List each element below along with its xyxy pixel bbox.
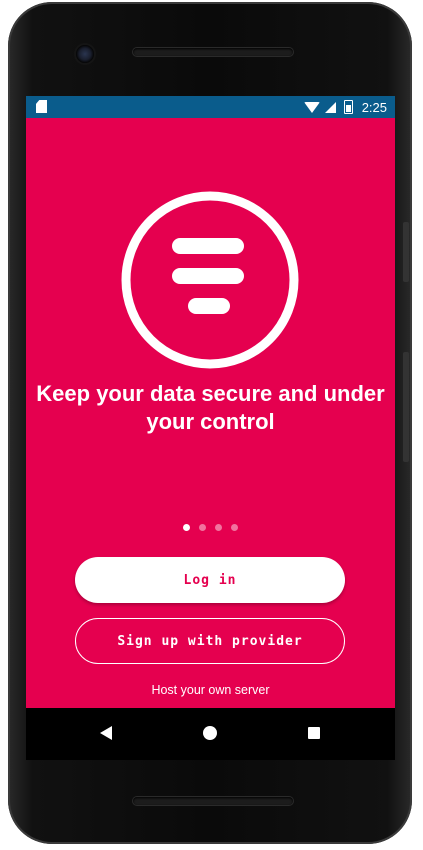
host-own-server-link[interactable]: Host your own server: [26, 683, 395, 697]
power-button: [403, 222, 409, 282]
home-icon[interactable]: [203, 726, 217, 740]
status-indicators: 2:25: [303, 96, 387, 118]
volume-button: [403, 352, 409, 462]
status-bar: 2:25: [26, 96, 395, 118]
battery-charging-icon: [343, 100, 353, 114]
login-button[interactable]: Log in: [75, 557, 345, 603]
back-icon[interactable]: [100, 726, 112, 740]
bottom-speaker: [133, 797, 293, 805]
recents-icon[interactable]: [308, 727, 320, 739]
page-dot-4[interactable]: [231, 524, 238, 531]
app-logo-icon: [121, 191, 299, 369]
top-speaker: [133, 48, 293, 56]
page-indicator: [26, 524, 395, 531]
sd-card-icon: [36, 100, 47, 113]
app-screen: 2:25 Keep your data secure and under you…: [26, 96, 395, 760]
signal-icon: [324, 101, 336, 113]
page-dot-1[interactable]: [183, 524, 190, 531]
page-dot-2[interactable]: [199, 524, 206, 531]
navigation-bar: [26, 708, 395, 760]
status-time: 2:25: [361, 99, 387, 115]
front-camera: [76, 45, 94, 63]
wifi-icon: [303, 101, 320, 113]
page-dot-3[interactable]: [215, 524, 222, 531]
onboarding-headline: Keep your data secure and under your con…: [36, 381, 385, 434]
signup-with-provider-button[interactable]: Sign up with provider: [75, 618, 345, 664]
